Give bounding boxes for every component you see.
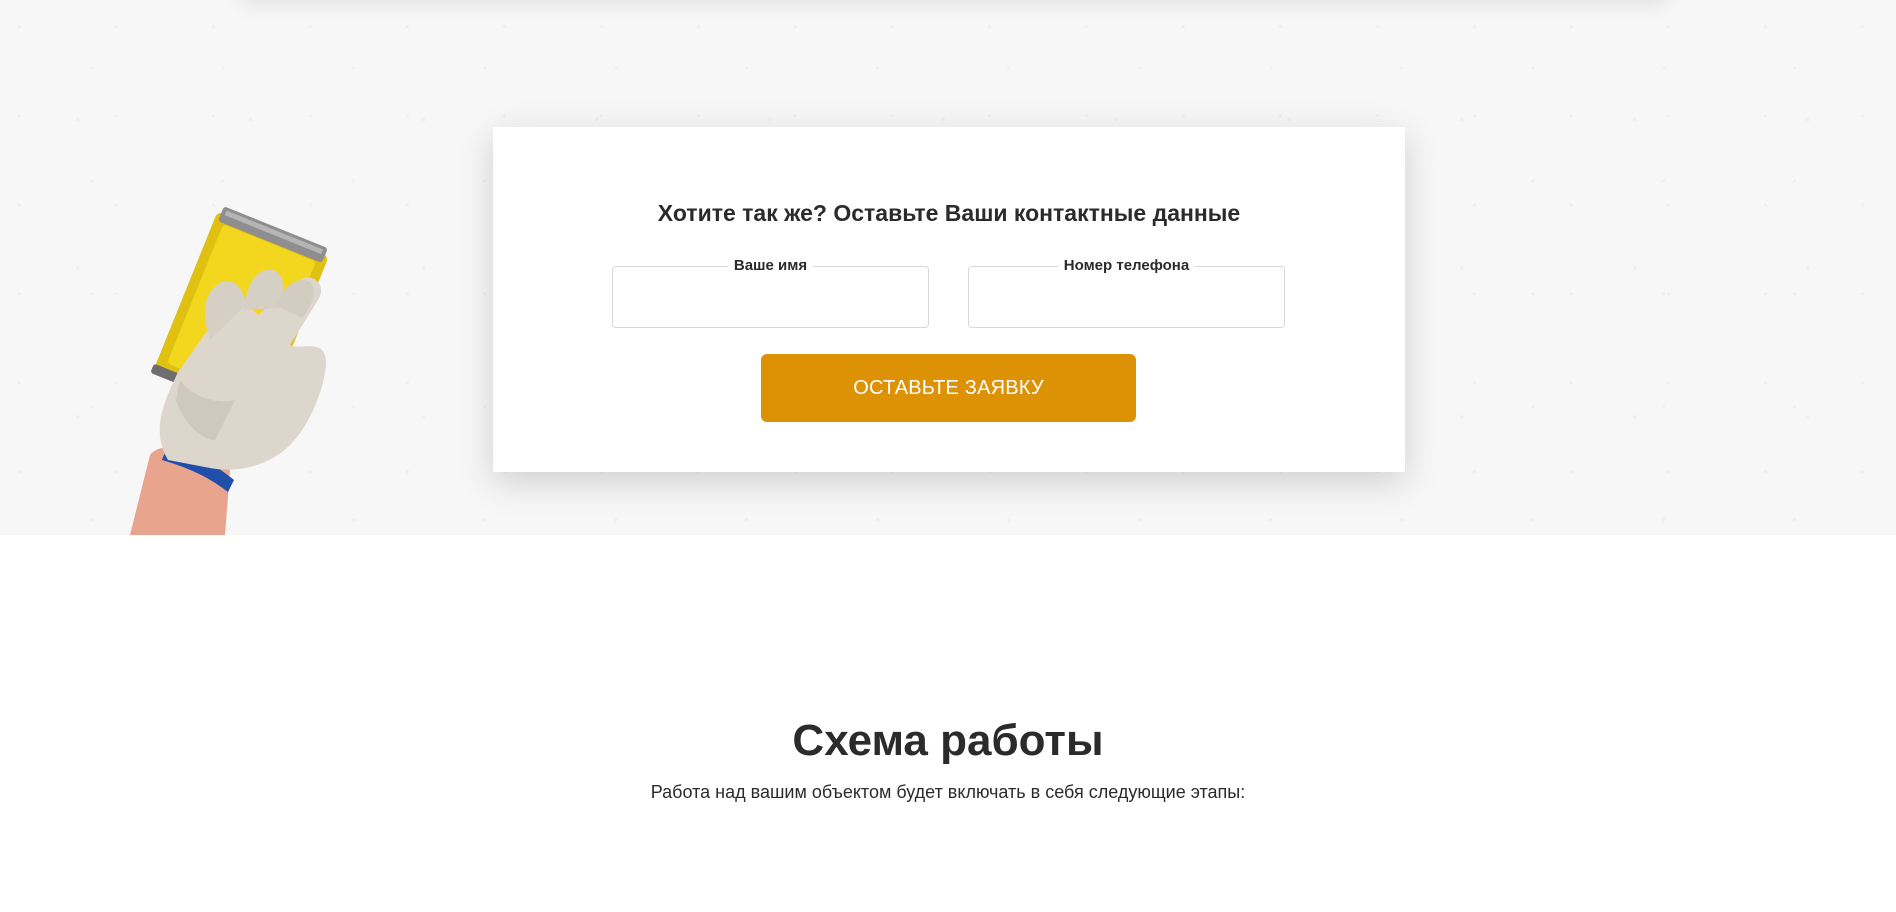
request-section: Хотите так же? Оставьте Ваши контактные …: [0, 0, 1896, 535]
request-form-title: Хотите так же? Оставьте Ваши контактные …: [657, 200, 1241, 226]
phone-field[interactable]: Номер телефона: [968, 257, 1285, 328]
phone-input[interactable]: [970, 277, 1283, 325]
name-field-label: Ваше имя: [613, 256, 928, 276]
hand-sanding-wall-image: [130, 207, 328, 535]
work-scheme-title: Схема работы: [792, 716, 1104, 765]
request-form-card: Хотите так же? Оставьте Ваши контактные …: [493, 127, 1405, 472]
name-input[interactable]: [614, 277, 927, 325]
phone-field-label: Номер телефона: [969, 256, 1284, 276]
submit-request-button[interactable]: ОСТАВЬТЕ ЗАЯВКУ: [761, 354, 1136, 422]
name-field[interactable]: Ваше имя: [612, 257, 929, 328]
work-scheme-subtitle: Работа над вашим объектом будет включать…: [650, 782, 1246, 802]
